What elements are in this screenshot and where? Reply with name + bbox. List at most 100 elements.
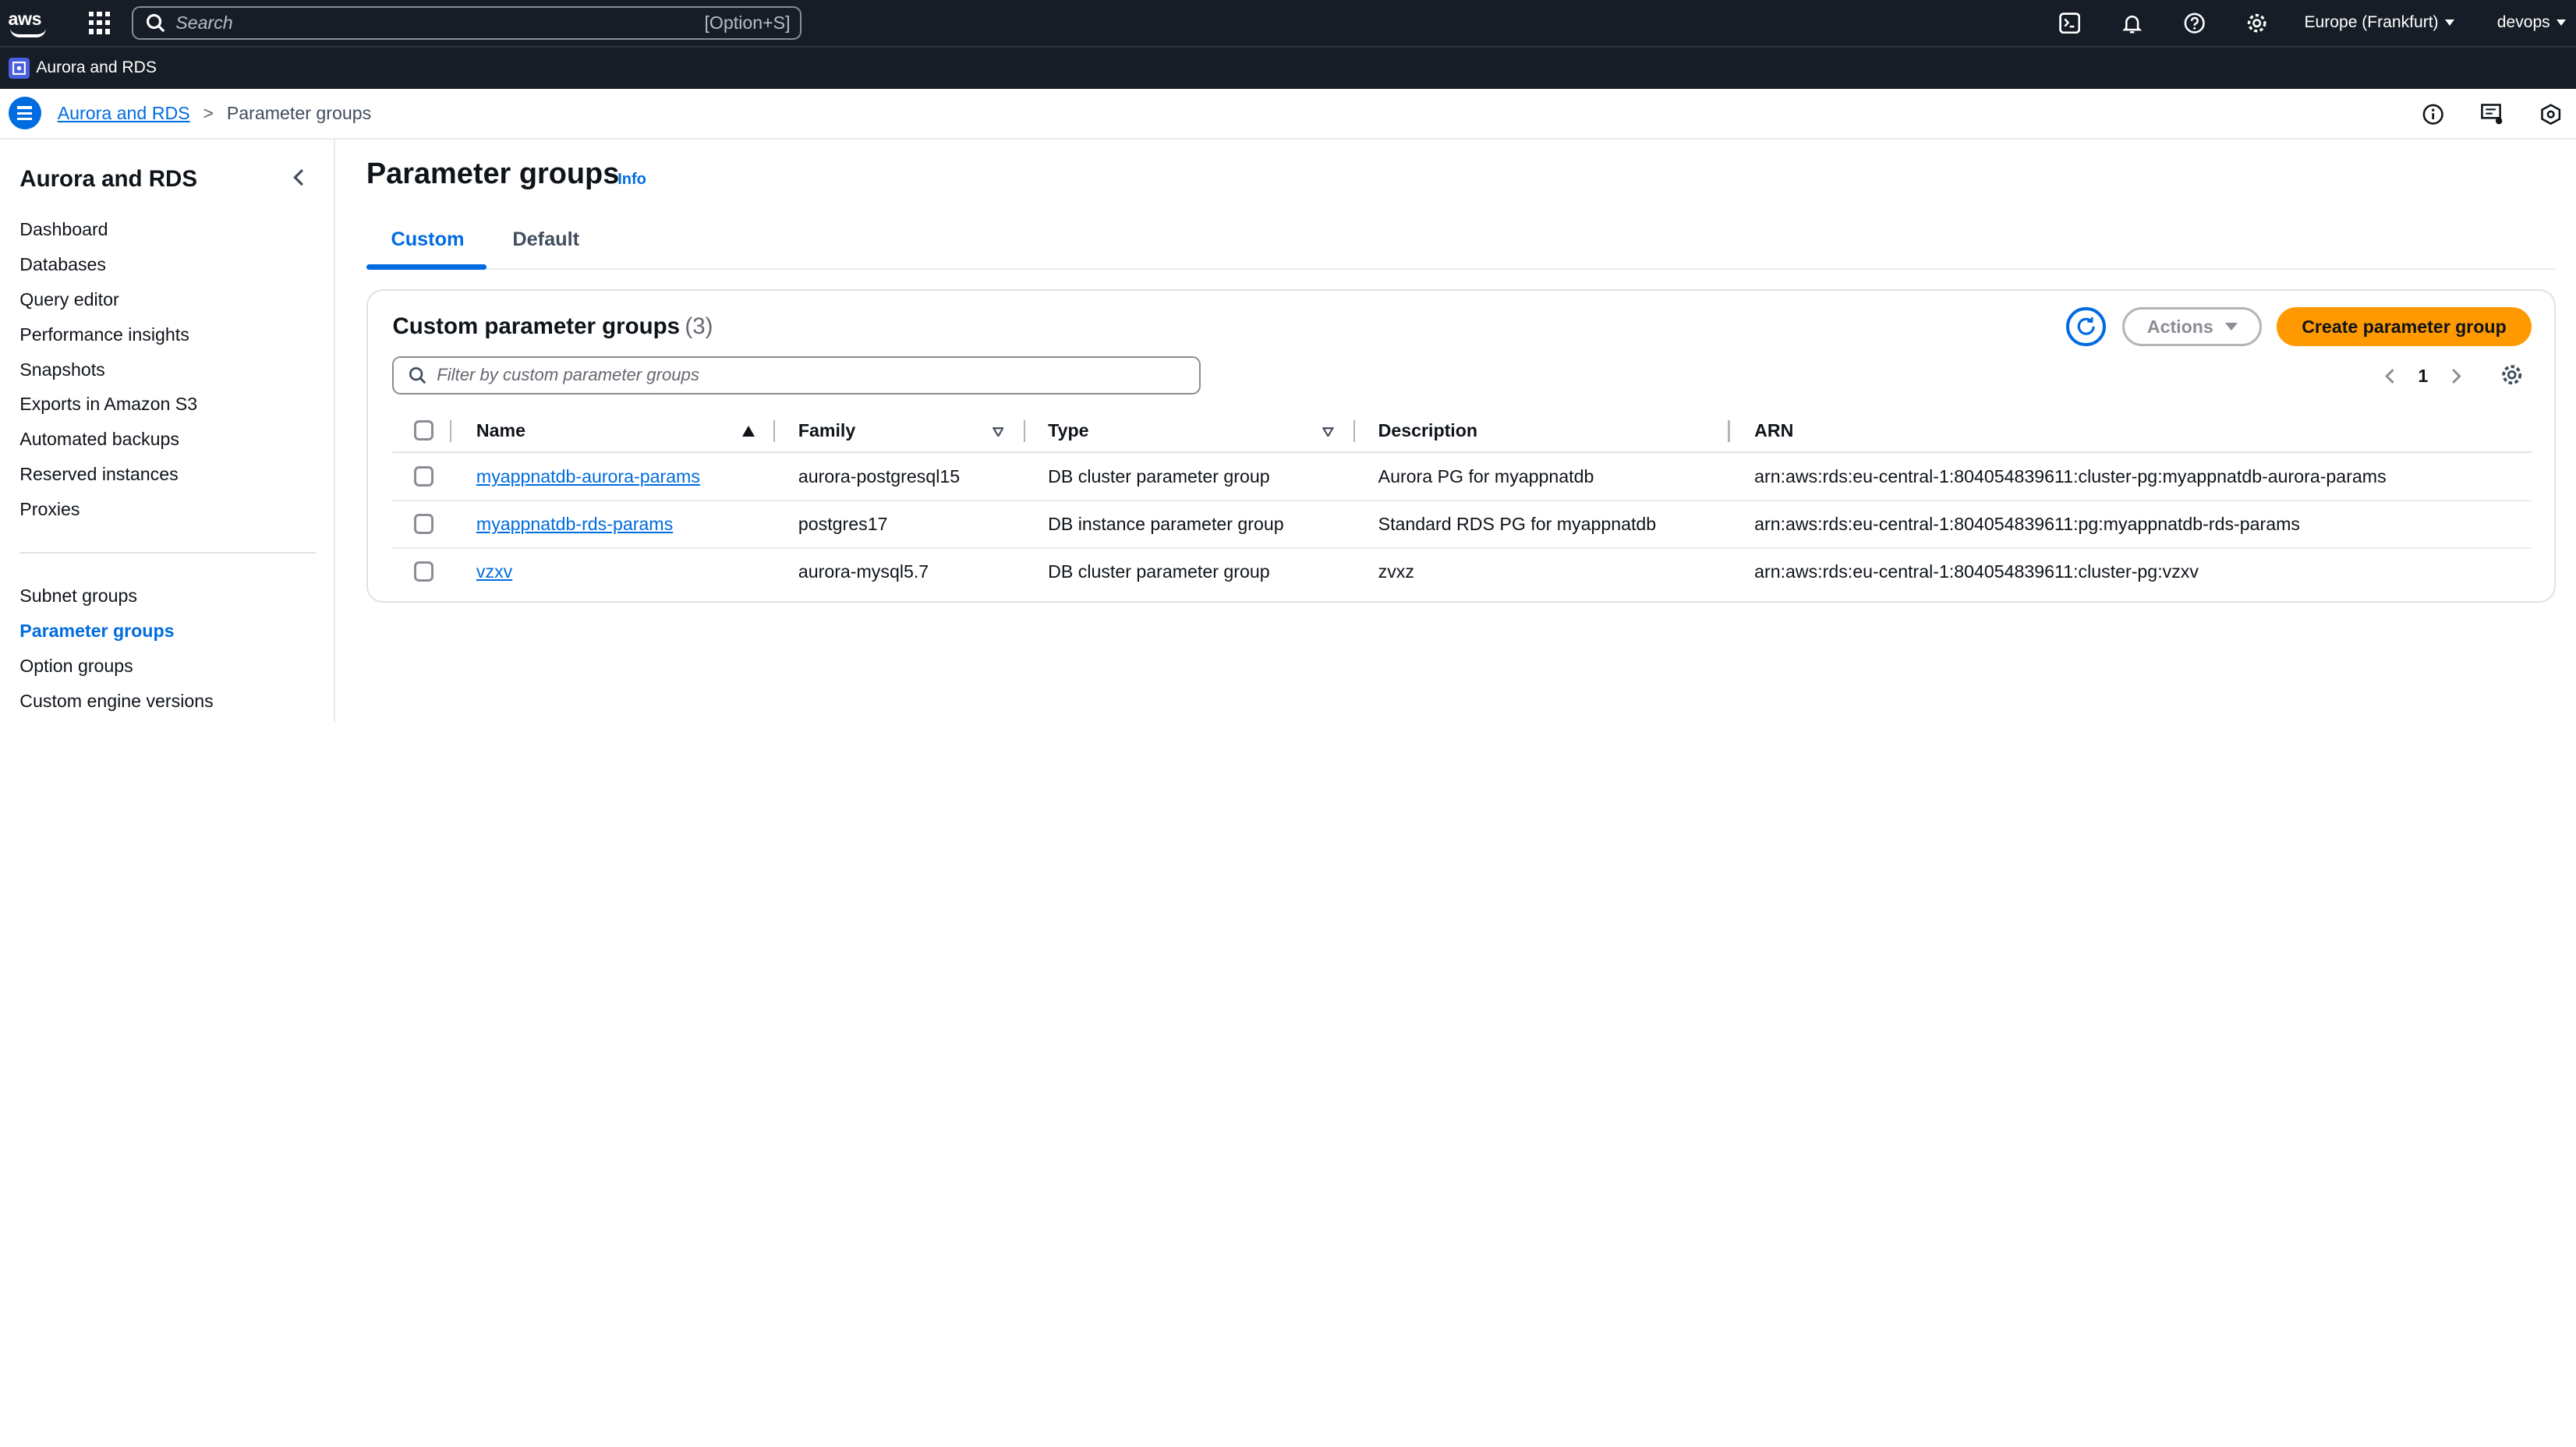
help-icon[interactable] — [2183, 12, 2206, 34]
row-name-link[interactable]: myappnatdb-aurora-params — [476, 466, 700, 487]
page-title: Parameter groups — [366, 157, 620, 191]
sidebar-item-proxies[interactable]: Proxies — [19, 497, 197, 532]
filter-input[interactable] — [437, 365, 1160, 386]
breadcrumb-tools — [2422, 89, 2563, 140]
row-type: DB cluster parameter group — [1048, 466, 1270, 487]
breadcrumb-bar: Aurora and RDS > Parameter groups — [0, 88, 2576, 140]
account-menu[interactable]: devops — [2496, 13, 2567, 32]
cloudshell-icon[interactable] — [2058, 12, 2081, 34]
active-tab-indicator — [366, 264, 487, 270]
search-placeholder: Search — [175, 12, 233, 33]
table-row: myappnatdb-aurora-params aurora-postgres… — [392, 453, 2532, 501]
service-name[interactable]: Aurora and RDS — [36, 58, 157, 77]
sidebar-item-option-groups[interactable]: Option groups — [19, 653, 213, 688]
services-grid-icon[interactable] — [88, 11, 111, 34]
pagination: 1 — [2382, 363, 2465, 390]
row-family: aurora-mysql5.7 — [798, 561, 929, 582]
row-description: Aurora PG for myappnatdb — [1378, 466, 1594, 487]
actions-caret-icon — [2224, 323, 2238, 331]
row-arn: arn:aws:rds:eu-central-1:804054839611:cl… — [1754, 561, 2199, 582]
region-label: Europe (Frankfurt) — [2304, 13, 2439, 32]
row-family: postgres17 — [798, 514, 888, 535]
tab-custom[interactable]: Custom — [391, 228, 464, 251]
settings-icon[interactable] — [2245, 12, 2268, 34]
sidebar-title[interactable]: Aurora and RDS — [19, 166, 197, 193]
sidebar-item-snapshots[interactable]: Snapshots — [19, 357, 197, 392]
rds-service-icon — [8, 57, 30, 80]
row-checkbox[interactable] — [413, 466, 434, 486]
column-separator — [1353, 420, 1356, 442]
tab-default[interactable]: Default — [512, 228, 579, 251]
region-caret-icon — [2445, 19, 2454, 27]
sort-ascending-icon[interactable] — [742, 426, 755, 437]
row-checkbox[interactable] — [413, 514, 434, 534]
bell-icon[interactable] — [2121, 12, 2143, 34]
search-box[interactable]: Search [Option+S] — [131, 6, 802, 40]
row-arn: arn:aws:rds:eu-central-1:804054839611:pg… — [1754, 514, 2300, 535]
aws-smile-icon — [9, 28, 46, 38]
column-header-type[interactable]: Type — [1048, 420, 1088, 441]
breadcrumb-separator: > — [203, 102, 214, 123]
page: aws Search [Option+S] Europe (Frankfurt)… — [0, 0, 2576, 724]
sidebar-item-dashboard[interactable]: Dashboard — [19, 217, 197, 252]
account-label: devops — [2496, 13, 2550, 32]
service-bar: Aurora and RDS — [0, 45, 2576, 89]
table-preferences-icon[interactable] — [2500, 363, 2523, 386]
create-parameter-group-button[interactable]: Create parameter group — [2277, 306, 2532, 347]
pagination-page-1[interactable]: 1 — [2418, 366, 2428, 387]
sidebar-divider — [19, 551, 316, 554]
top-right-tools: Europe (Frankfurt) devops — [2038, 0, 2576, 46]
close-sidebar-icon[interactable] — [289, 168, 309, 187]
pagination-prev-icon[interactable] — [2382, 365, 2398, 387]
filter-box[interactable] — [392, 356, 1201, 394]
search-shortcut: [Option+S] — [704, 12, 791, 33]
region-selector[interactable]: Europe (Frankfurt) — [2304, 13, 2454, 32]
tab-bar: Custom Default — [366, 224, 2557, 270]
row-name-link[interactable]: vzxv — [476, 561, 512, 582]
breadcrumb-parent-link[interactable]: Aurora and RDS — [58, 103, 190, 124]
row-name-link[interactable]: myappnatdb-rds-params — [476, 514, 673, 535]
account-caret-icon — [2557, 19, 2567, 27]
top-navigation-bar: aws Search [Option+S] Europe (Frankfurt)… — [0, 0, 2576, 46]
sort-descending-icon[interactable] — [992, 426, 1004, 437]
row-family: aurora-postgresql15 — [798, 466, 961, 487]
tools-panel-icon[interactable] — [2539, 103, 2562, 126]
actions-label: Actions — [2146, 316, 2213, 337]
column-header-arn[interactable]: ARN — [1754, 420, 1793, 441]
sidebar-item-custom-engine-versions[interactable]: Custom engine versions — [19, 688, 213, 724]
info-panel-icon[interactable] — [2422, 103, 2444, 126]
sort-descending-icon[interactable] — [1322, 426, 1334, 437]
side-navigation: Aurora and RDS Dashboard Databases Query… — [0, 140, 335, 724]
sidebar-item-performance-insights[interactable]: Performance insights — [19, 322, 197, 357]
row-type: DB cluster parameter group — [1048, 561, 1270, 582]
menu-toggle-button[interactable] — [8, 97, 41, 130]
info-link[interactable]: Info — [617, 171, 646, 189]
sidebar-item-query-editor[interactable]: Query editor — [19, 287, 197, 322]
parameter-groups-table: Name Family Type Description ARN myappna… — [392, 411, 2532, 596]
table-header: Name Family Type Description ARN — [392, 411, 2532, 454]
card-title-text: Custom parameter groups — [392, 313, 681, 340]
feedback-icon[interactable] — [2480, 103, 2503, 126]
refresh-button[interactable] — [2066, 306, 2107, 347]
row-arn: arn:aws:rds:eu-central-1:804054839611:cl… — [1754, 466, 2387, 487]
search-icon — [147, 13, 165, 33]
sidebar-item-subnet-groups[interactable]: Subnet groups — [19, 583, 213, 618]
sidebar-item-automated-backups[interactable]: Automated backups — [19, 426, 197, 462]
pagination-next-icon[interactable] — [2448, 365, 2465, 387]
column-separator — [1023, 420, 1025, 442]
column-header-name[interactable]: Name — [476, 420, 525, 441]
sidebar-item-exports-s3[interactable]: Exports in Amazon S3 — [19, 391, 197, 426]
sidebar-item-databases[interactable]: Databases — [19, 252, 197, 287]
sidebar-item-parameter-groups[interactable]: Parameter groups — [19, 618, 213, 653]
row-type: DB instance parameter group — [1048, 514, 1284, 535]
table-row: vzxv aurora-mysql5.7 DB cluster paramete… — [392, 549, 2531, 596]
aws-logo[interactable]: aws — [6, 6, 55, 39]
column-header-description[interactable]: Description — [1378, 420, 1477, 441]
column-header-family[interactable]: Family — [798, 420, 855, 441]
select-all-checkbox[interactable] — [413, 420, 434, 440]
table-row: myappnatdb-rds-params postgres17 DB inst… — [392, 501, 2532, 549]
row-checkbox[interactable] — [413, 561, 434, 582]
actions-dropdown-button[interactable]: Actions — [2122, 306, 2263, 347]
breadcrumb-current: Parameter groups — [226, 102, 372, 123]
sidebar-item-reserved-instances[interactable]: Reserved instances — [19, 462, 197, 497]
